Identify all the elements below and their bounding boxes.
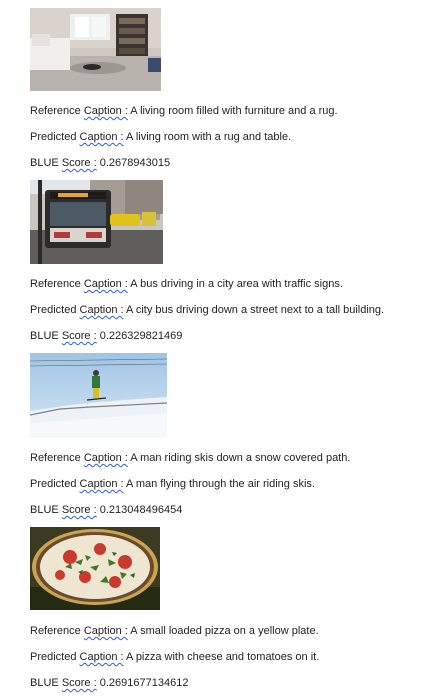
predicted-caption-text: A city bus driving down a street next to…: [123, 304, 385, 316]
reference-caption-line: Reference Caption : A small loaded pizza…: [30, 624, 319, 638]
reference-caption-text: A man riding skis down a snow covered pa…: [127, 452, 351, 464]
score-value: 0.226329821469: [96, 330, 183, 342]
reference-label: Reference: [30, 452, 81, 464]
reference-caption-line: Reference Caption : A man riding skis do…: [30, 451, 350, 465]
caption-word: Caption :: [79, 478, 124, 490]
skier-photo: [30, 353, 167, 438]
caption-word: Caption :: [83, 278, 128, 290]
predicted-caption-line: Predicted Caption : A city bus driving d…: [30, 303, 384, 317]
score-label: BLUE: [30, 330, 59, 342]
predicted-caption-text: A pizza with cheese and tomatoes on it.: [123, 651, 320, 663]
pizza-photo: [30, 527, 160, 610]
score-word: Score :: [61, 157, 97, 169]
predicted-caption-line: Predicted Caption : A pizza with cheese …: [30, 650, 319, 664]
score-label: BLUE: [30, 504, 59, 516]
city-bus-photo: [30, 180, 163, 264]
score-word: Score :: [61, 677, 97, 689]
reference-caption-text: A living room filled with furniture and …: [127, 105, 338, 117]
score-label: BLUE: [30, 157, 59, 169]
predicted-caption-text: A living room with a rug and table.: [123, 131, 292, 143]
score-value: 0.213048496454: [96, 504, 183, 516]
score-word: Score :: [61, 504, 97, 516]
score-word: Score :: [61, 330, 97, 342]
caption-word: Caption :: [79, 304, 124, 316]
score-line: BLUE Score : 0.213048496454: [30, 503, 182, 517]
predicted-label: Predicted: [30, 131, 77, 143]
predicted-label: Predicted: [30, 304, 77, 316]
score-line: BLUE Score : 0.226329821469: [30, 329, 182, 343]
reference-caption-line: Reference Caption : A bus driving in a c…: [30, 277, 343, 291]
reference-label: Reference: [30, 105, 81, 117]
reference-caption-line: Reference Caption : A living room filled…: [30, 104, 338, 118]
caption-word: Caption :: [83, 625, 128, 637]
predicted-label: Predicted: [30, 651, 77, 663]
reference-label: Reference: [30, 625, 81, 637]
predicted-caption-text: A man flying through the air riding skis…: [123, 478, 315, 490]
predicted-caption-line: Predicted Caption : A man flying through…: [30, 477, 315, 491]
reference-caption-text: A bus driving in a city area with traffi…: [127, 278, 343, 290]
caption-word: Caption :: [83, 105, 128, 117]
reference-caption-text: A small loaded pizza on a yellow plate.: [127, 625, 319, 637]
score-line: BLUE Score : 0.2678943015: [30, 156, 170, 170]
score-value: 0.2691677134612: [96, 677, 189, 689]
living-room-photo: [30, 8, 161, 91]
caption-word: Caption :: [79, 131, 124, 143]
score-line: BLUE Score : 0.2691677134612: [30, 676, 188, 690]
caption-word: Caption :: [79, 651, 124, 663]
reference-label: Reference: [30, 278, 81, 290]
predicted-label: Predicted: [30, 478, 77, 490]
score-label: BLUE: [30, 677, 59, 689]
predicted-caption-line: Predicted Caption : A living room with a…: [30, 130, 291, 144]
score-value: 0.2678943015: [96, 157, 171, 169]
caption-word: Caption :: [83, 452, 128, 464]
